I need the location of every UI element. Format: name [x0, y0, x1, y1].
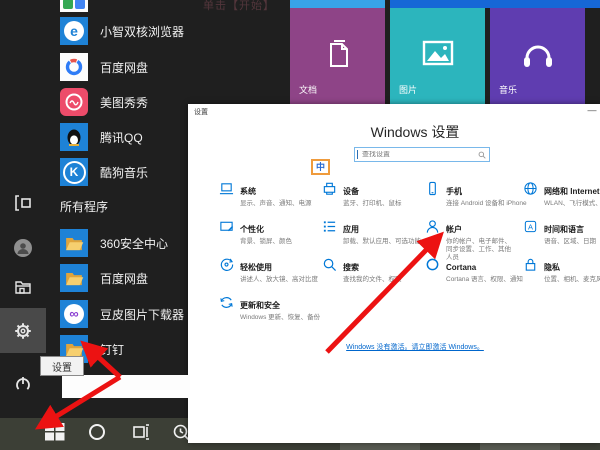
magnifier-icon [322, 257, 337, 272]
personalization-icon [219, 219, 234, 234]
ime-indicator[interactable]: 中 [311, 159, 330, 175]
settings-window: 设置 — Windows 设置 中 系统显示、声音、通知、电源 设备蓝牙、打印机… [188, 104, 600, 443]
qq-penguin-icon [60, 123, 88, 151]
white-band [62, 375, 190, 398]
taskbar-window-trace [480, 443, 560, 450]
tile-edge-strip [290, 0, 385, 8]
settings-category-ease-of-access[interactable]: 轻松使用 讲述人、放大镜、高对比度 [219, 257, 321, 284]
globe-icon [523, 181, 538, 196]
settings-category-cortana[interactable]: Cortana Cortana 语言、权限、通知 [425, 257, 527, 284]
app-item-qq[interactable]: 腾讯QQ [60, 123, 190, 151]
cortana-circle-icon [425, 257, 440, 272]
svg-text:A: A [528, 222, 533, 231]
laptop-icon [219, 181, 234, 196]
background-caption: 单击【开始】 [203, 0, 275, 12]
tile-music[interactable]: 音乐 [490, 8, 585, 104]
infinity-app-icon: ∞ [60, 300, 88, 328]
power-icon[interactable] [13, 374, 33, 394]
documents-icon[interactable] [13, 277, 33, 297]
document-icon [323, 38, 353, 72]
picture-icon [421, 38, 455, 68]
tile-documents[interactable]: 文档 [290, 8, 385, 104]
settings-category-search[interactable]: 搜索 查找我的文件、权限 [322, 257, 424, 284]
settings-tooltip: 设置 [40, 356, 84, 376]
program-item-doupi[interactable]: ∞ 豆皮图片下载器 [60, 300, 190, 328]
folder-icon [60, 229, 88, 257]
settings-category-network[interactable]: 网络和 InternetWLAN、飞行模式、VPN [523, 181, 600, 208]
activation-notice: Windows 没有激活。请立即激活 Windows。 [280, 342, 550, 352]
settings-category-devices[interactable]: 设备 蓝牙、打印机、鼠标 [322, 181, 424, 208]
settings-category-privacy[interactable]: 隐私 位置、相机、麦克风 [523, 257, 600, 284]
taskbar-window-trace [340, 443, 420, 450]
task-view-button[interactable] [131, 423, 149, 441]
program-item-baidu-netdisk[interactable]: 百度网盘 [60, 264, 190, 292]
page-title: Windows 设置 [370, 124, 460, 140]
headphones-icon [520, 38, 556, 70]
printer-icon [322, 181, 337, 196]
lock-icon [523, 257, 538, 272]
app-item-browser[interactable]: e 小智双核浏览器 [60, 17, 190, 45]
settings-category-personalization[interactable]: 个性化 背景、锁屏、颜色 [219, 219, 321, 246]
settings-category-apps[interactable]: 应用 卸载、默认应用、可选功能 [322, 219, 424, 246]
apps-list-icon [322, 219, 337, 234]
app-item-baidu-netdisk[interactable]: 百度网盘 [60, 53, 190, 81]
window-titlebar-title: 设置 [194, 109, 208, 116]
minimize-button[interactable]: — [586, 105, 598, 116]
meitu-icon [60, 88, 88, 116]
phone-icon [425, 181, 440, 196]
settings-category-time-language[interactable]: A 时间和语言 语音、区域、日期 [523, 219, 600, 246]
tile-edge-strip [390, 0, 600, 8]
tile-pictures[interactable]: 图片 [390, 8, 485, 104]
sync-arrows-icon [219, 295, 234, 310]
search-input[interactable] [358, 151, 478, 158]
colorful-grid-icon[interactable] [60, 0, 88, 12]
folder-icon [60, 264, 88, 292]
e-browser-icon: e [60, 17, 88, 45]
ease-of-access-icon [219, 257, 234, 272]
user-account-icon[interactable] [13, 238, 33, 258]
cortana-button[interactable] [88, 423, 106, 441]
settings-category-phone[interactable]: 手机 连接 Android 设备和 iPhone [425, 181, 527, 208]
settings-category-update-security[interactable]: 更新和安全 Windows 更新、恢复、备份 [219, 295, 321, 322]
settings-category-system[interactable]: 系统 显示、声音、通知、电源 [219, 181, 321, 208]
settings-category-accounts[interactable]: 帐户 你的帐户、电子邮件、同步设置、工作、其他人员 [425, 219, 511, 262]
app-item-meitu[interactable]: 美图秀秀 [60, 88, 190, 116]
settings-search-box[interactable] [354, 147, 490, 162]
start-button[interactable] [45, 423, 67, 441]
magnifier-icon [478, 151, 486, 159]
activate-windows-link[interactable]: Windows 没有激活。请立即激活 Windows。 [346, 344, 484, 351]
program-item-360[interactable]: 360安全中心 [60, 229, 190, 257]
baidu-netdisk-icon [60, 53, 88, 81]
gear-icon[interactable] [13, 321, 33, 341]
person-icon [425, 219, 440, 234]
expand-menu-icon[interactable] [13, 193, 33, 213]
app-item-kugou[interactable]: K 酷狗音乐 [60, 158, 190, 186]
clock-language-icon: A [523, 219, 538, 234]
kugou-icon: K [60, 158, 88, 186]
all-programs-header: 所有程序 [60, 200, 109, 214]
